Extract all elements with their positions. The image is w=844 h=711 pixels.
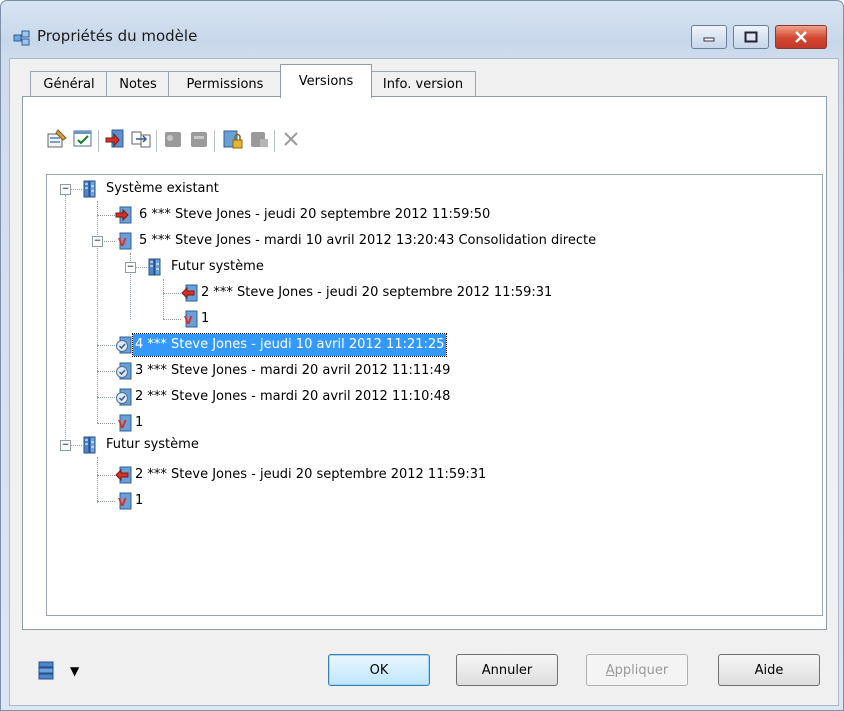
tree-node-label: 1 — [135, 493, 144, 508]
tab-label: Général — [43, 76, 95, 92]
minimize-icon — [703, 37, 715, 42]
tree-line — [97, 501, 115, 502]
collapse-toggle[interactable]: − — [60, 440, 71, 451]
close-icon — [795, 31, 807, 43]
consolidated-version-icon — [116, 388, 132, 406]
checkout-version-icon — [115, 466, 132, 484]
close-button[interactable] — [775, 25, 827, 49]
delete-icon — [284, 132, 298, 146]
tree-line — [70, 445, 82, 446]
help-label: Aide — [754, 662, 784, 678]
checkin-version-icon — [115, 206, 132, 224]
tree-node-label: 3 *** Steve Jones - mardi 20 avril 2012 … — [135, 363, 451, 378]
tree-node-label: Système existant — [106, 181, 219, 196]
version-icon: V — [184, 310, 198, 328]
tree-node-label: 1 — [201, 311, 210, 326]
version-icon: V — [118, 232, 132, 250]
title-bar[interactable]: Propriétés du modèle — [1, 1, 843, 57]
svg-text:V: V — [118, 236, 127, 249]
toolbar-separator — [214, 130, 215, 152]
chevron-down-icon[interactable]: ▼ — [70, 664, 79, 678]
svg-text:V: V — [184, 314, 193, 327]
ok-button[interactable]: OK — [328, 654, 430, 686]
tree-node-label: 2 *** Steve Jones - jeudi 20 septembre 2… — [201, 285, 553, 300]
tree-node-label: 2 *** Steve Jones - mardi 20 avril 2012 … — [135, 389, 451, 404]
version-icon: V — [118, 492, 132, 510]
svg-text:V: V — [118, 418, 127, 431]
tab-versions[interactable]: Versions — [280, 64, 372, 98]
tab-label: Notes — [119, 76, 157, 92]
unlock-disabled-icon — [251, 132, 268, 147]
apply-button[interactable]: Appliquer — [586, 654, 688, 686]
collapse-toggle[interactable]: − — [92, 236, 103, 247]
maximize-button[interactable] — [733, 25, 769, 49]
lock-model-icon[interactable] — [222, 128, 244, 150]
toolbar-separator — [156, 130, 157, 152]
tree-line — [135, 267, 147, 268]
tree-line — [65, 195, 66, 447]
tree-line — [97, 201, 98, 423]
tree-line — [163, 293, 181, 294]
consolidated-version-icon — [116, 336, 132, 354]
minimize-button[interactable] — [691, 25, 727, 49]
toolbar-separator — [274, 130, 275, 152]
tree-line — [97, 423, 115, 424]
window-title: Propriétés du modèle — [37, 27, 198, 45]
tree-node-label: 6 *** Steve Jones - jeudi 20 septembre 2… — [139, 207, 491, 222]
tree-line — [163, 319, 181, 320]
model-disabled-icon — [191, 132, 207, 147]
version-icon: V — [118, 414, 132, 432]
svg-text:V: V — [118, 496, 127, 509]
ok-label: OK — [369, 662, 389, 678]
tree-line — [97, 457, 98, 503]
tab-label: Info. version — [382, 76, 464, 92]
tab-permissions[interactable]: Permissions — [168, 71, 282, 96]
tab-label: Permissions — [186, 76, 264, 92]
tree-line — [102, 241, 115, 242]
model-disabled-icon — [165, 132, 181, 147]
tree-line — [97, 475, 115, 476]
tab-general[interactable]: Général — [30, 71, 108, 96]
tree-node-label: Futur système — [106, 437, 199, 452]
versioned-folder-icon — [83, 436, 96, 454]
collapse-toggle[interactable]: − — [60, 184, 71, 195]
tab-version-info[interactable]: Info. version — [370, 71, 476, 96]
tab-notes[interactable]: Notes — [106, 71, 170, 96]
apply-label: ppliquer — [614, 662, 669, 678]
checkout-version-icon — [181, 284, 198, 302]
properties-icon[interactable] — [46, 128, 68, 150]
tree-node-label: Futur système — [171, 259, 264, 274]
tree-line — [97, 215, 115, 216]
help-button[interactable]: Aide — [718, 654, 820, 686]
tab-label: Versions — [298, 74, 354, 89]
check-in-icon[interactable] — [104, 128, 126, 150]
tree-node-label: 4 *** Steve Jones - jeudi 10 avril 2012 … — [131, 333, 448, 357]
tree-node-label: 5 *** Steve Jones - mardi 10 avril 2012 … — [139, 233, 597, 248]
cancel-button[interactable]: Annuler — [456, 654, 558, 686]
tree-line — [70, 189, 82, 190]
cancel-label: Annuler — [481, 662, 533, 678]
consolidated-version-icon — [116, 362, 132, 380]
layout-menu-icon[interactable] — [36, 660, 58, 682]
compare-icon[interactable] — [130, 128, 152, 150]
apply-accelerator: A — [605, 662, 615, 678]
tree-line — [97, 397, 115, 398]
tree-line — [163, 279, 164, 319]
versioned-folder-icon — [148, 258, 161, 276]
model-icon — [13, 30, 30, 46]
versioned-folder-icon — [83, 180, 96, 198]
tree-node-label: 1 — [135, 415, 144, 430]
maximize-icon — [744, 31, 758, 43]
tree-line — [97, 345, 115, 346]
toolbar-separator — [98, 130, 99, 152]
version-tree[interactable]: − − − − Système existant 6 *** Steve Jon… — [46, 174, 823, 616]
tree-node-label: 2 *** Steve Jones - jeudi 20 septembre 2… — [135, 467, 487, 482]
collapse-toggle[interactable]: − — [125, 262, 136, 273]
check-icon[interactable] — [72, 128, 94, 150]
tree-line — [97, 371, 115, 372]
